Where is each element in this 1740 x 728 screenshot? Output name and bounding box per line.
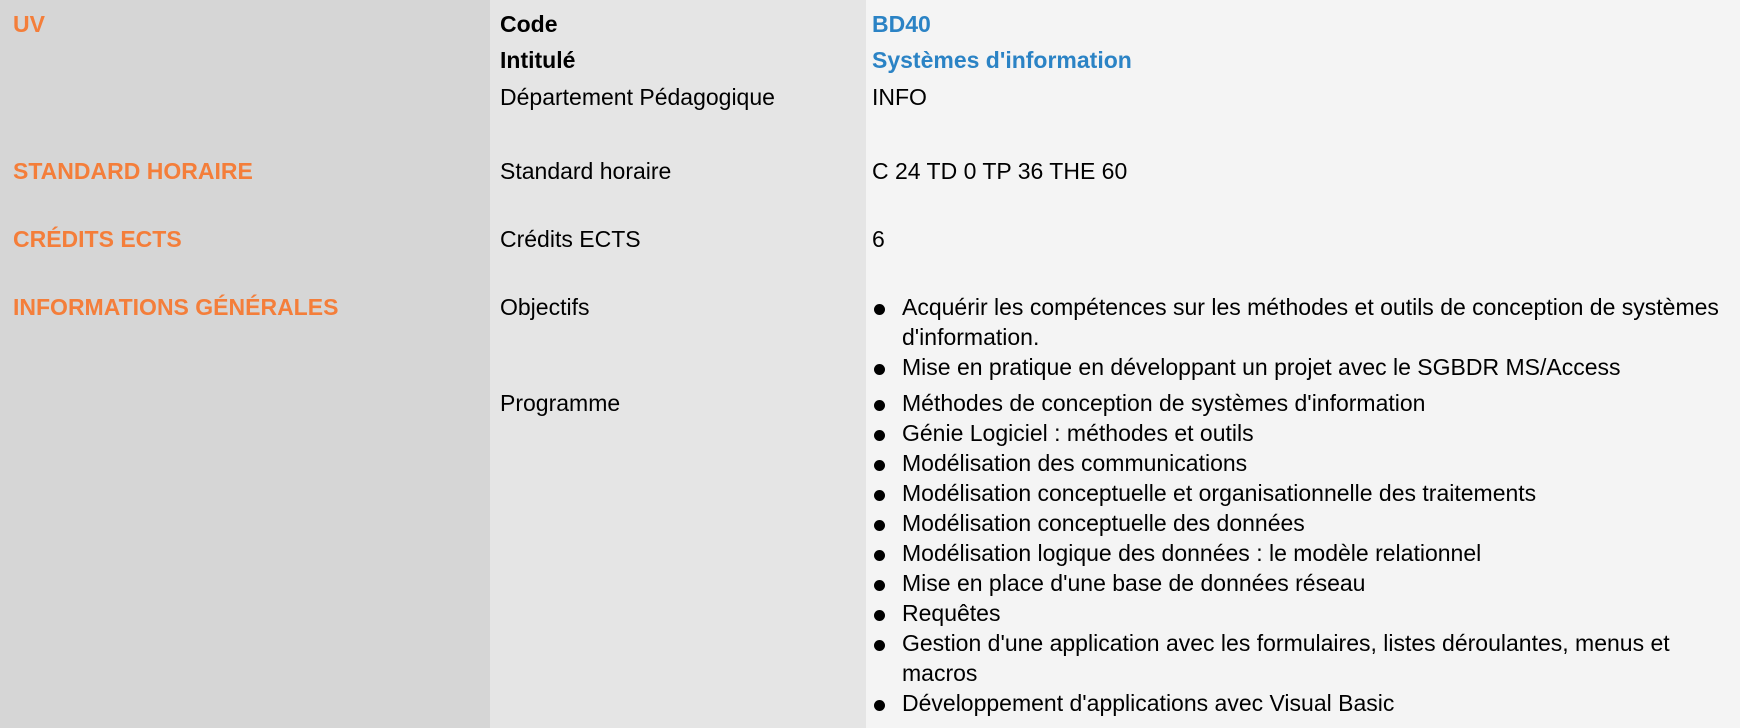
bullet-icon (874, 700, 885, 711)
list-item: Modélisation conceptuelle des données (872, 508, 1722, 538)
list-item: Requêtes (872, 598, 1722, 628)
label-code: Code (500, 11, 558, 37)
section-heading-uv: UV (13, 11, 45, 37)
list-item: Acquérir les compétences sur les méthode… (872, 292, 1722, 352)
bullet-icon (874, 640, 885, 651)
list-item: Gestion d'une application avec les formu… (872, 628, 1722, 688)
bullet-icon (874, 580, 885, 591)
bullet-icon (874, 550, 885, 561)
bullet-icon (874, 610, 885, 621)
value-departement: INFO (872, 84, 927, 110)
bullet-icon (874, 430, 885, 441)
programme-list: Méthodes de conception de systèmes d'inf… (872, 388, 1722, 718)
objectifs-list: Acquérir les compétences sur les méthode… (872, 292, 1722, 382)
value-credits-ects: 6 (872, 226, 885, 252)
section-heading-informations-generales: INFORMATIONS GÉNÉRALES (13, 294, 339, 320)
section-heading-credits-ects: CRÉDITS ECTS (13, 226, 182, 252)
section-heading-standard-horaire: STANDARD HORAIRE (13, 158, 253, 184)
list-item: Génie Logiciel : méthodes et outils (872, 418, 1722, 448)
bullet-icon (874, 364, 885, 375)
course-info-table: UV STANDARD HORAIRE CRÉDITS ECTS INFORMA… (0, 0, 1740, 728)
value-code: BD40 (872, 11, 931, 37)
label-intitule: Intitulé (500, 47, 576, 73)
list-item: Modélisation des communications (872, 448, 1722, 478)
bullet-icon (874, 520, 885, 531)
value-standard-horaire: C 24 TD 0 TP 36 THE 60 (872, 158, 1128, 184)
label-objectifs: Objectifs (500, 294, 590, 320)
list-item: Mise en pratique en développant un proje… (872, 352, 1722, 382)
label-credits-ects: Crédits ECTS (500, 226, 641, 252)
list-item: Modélisation logique des données : le mo… (872, 538, 1722, 568)
label-departement: Département Pédagogique (500, 84, 775, 110)
list-item: Modélisation conceptuelle et organisatio… (872, 478, 1722, 508)
bullet-icon (874, 490, 885, 501)
label-programme: Programme (500, 390, 621, 416)
value-intitule: Systèmes d'information (872, 47, 1132, 73)
section-column (0, 0, 490, 728)
bullet-icon (874, 460, 885, 471)
list-item: Méthodes de conception de systèmes d'inf… (872, 388, 1722, 418)
label-standard-horaire: Standard horaire (500, 158, 672, 184)
bullet-icon (874, 400, 885, 411)
list-item: Développement d'applications avec Visual… (872, 688, 1722, 718)
list-item: Mise en place d'une base de données rése… (872, 568, 1722, 598)
bullet-icon (874, 304, 885, 315)
